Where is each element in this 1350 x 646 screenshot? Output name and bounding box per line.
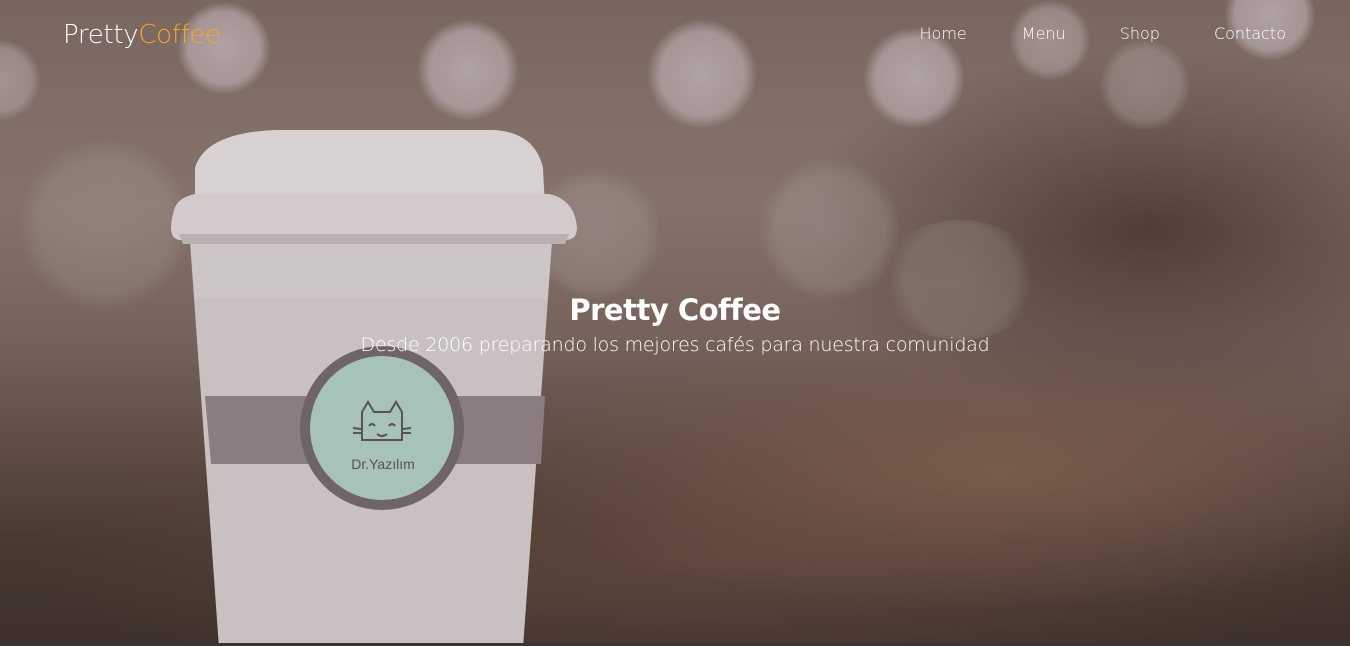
nav-link-menu[interactable]: Menu [1022,24,1066,43]
hero-title: Pretty Coffee [569,293,781,327]
nav-link-contacto[interactable]: Contacto [1214,24,1286,43]
bokeh-light [760,160,900,300]
coffee-cup-illustration: Dr.Yazılım [171,130,577,646]
brand-name-part1: Pretty [63,20,139,50]
nav-link-shop[interactable]: Shop [1120,24,1160,43]
brand-logo-link[interactable]: PrettyCoffee [63,20,221,50]
top-navbar: PrettyCoffee Home Menu Shop Contacto [0,0,1350,70]
hero-background: Dr.Yazılım PrettyCoffee Home Menu Shop C… [0,0,1350,646]
brand-name-part2: Coffee [138,20,221,50]
hero-subtitle: Desde 2006 preparando los mejores cafés … [360,334,990,356]
nav-link-home[interactable]: Home [920,24,967,43]
cup-logo-text: Dr.Yazılım [351,456,415,472]
hero-text-block: Pretty Coffee Desde 2006 preparando los … [0,290,1350,358]
nav-menu: Home Menu Shop Contacto [920,24,1286,43]
